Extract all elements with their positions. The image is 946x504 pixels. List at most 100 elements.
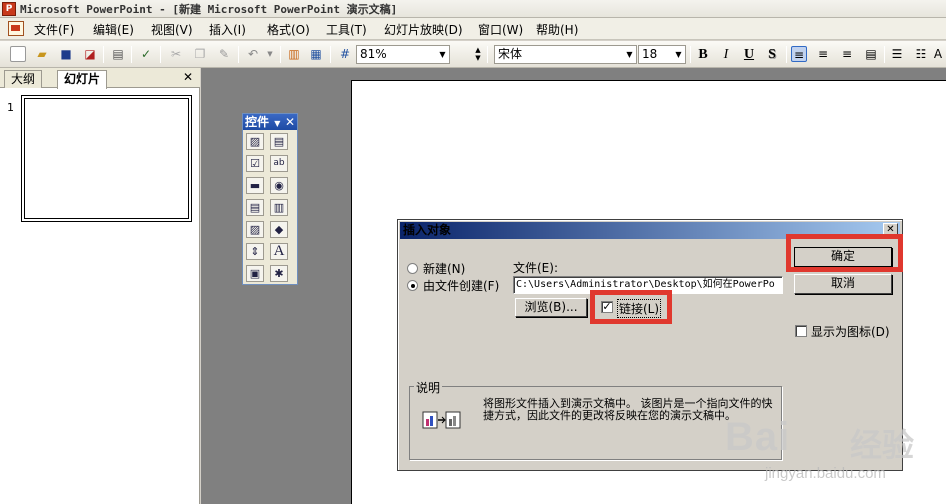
- baidu-jingyan-watermark: Bai 经验 jingyan.baidu.com: [725, 395, 940, 495]
- radio-new[interactable]: [407, 263, 418, 274]
- format-painter-icon[interactable]: ✎: [216, 46, 232, 62]
- menu-edit[interactable]: 编辑(E): [93, 21, 134, 38]
- bullets-icon[interactable]: ☷: [913, 46, 929, 62]
- toolbar-separator: [280, 46, 281, 63]
- grid-icon[interactable]: #: [337, 46, 353, 62]
- align-left-icon[interactable]: ≡: [791, 46, 807, 62]
- distributed-align-icon[interactable]: ▤: [863, 46, 879, 62]
- menu-view[interactable]: 视图(V): [151, 21, 193, 38]
- toolbar-separator: [786, 46, 787, 63]
- toggle-button-tool-icon[interactable]: ▨: [246, 221, 264, 238]
- menu-slideshow[interactable]: 幻灯片放映(D): [384, 21, 463, 38]
- image-tool-icon[interactable]: ▣: [246, 265, 264, 282]
- browse-button[interactable]: 浏览(B)...: [515, 298, 587, 317]
- combobox-tool-icon[interactable]: ▥: [270, 199, 288, 216]
- open-icon[interactable]: ▰: [34, 46, 50, 62]
- chart-icon[interactable]: ▥: [286, 46, 302, 62]
- chevron-down-icon[interactable]: ▼: [274, 119, 280, 128]
- spelling-icon[interactable]: ✓: [138, 46, 154, 62]
- print-icon[interactable]: ▤: [110, 46, 126, 62]
- slides-outline-pane: 大纲 幻灯片 ✕ 1: [0, 68, 200, 504]
- pane-tabstrip: 大纲 幻灯片 ✕: [0, 68, 200, 89]
- checkbox-tool-icon[interactable]: ☑: [246, 155, 264, 172]
- toolbar-overflow-icon[interactable]: ▲ ▼: [474, 46, 482, 62]
- shadow-button[interactable]: S: [763, 46, 781, 63]
- chevron-down-icon[interactable]: ▼: [436, 46, 449, 63]
- file-label: 文件(E):: [513, 261, 558, 275]
- align-center-icon[interactable]: ≡: [815, 46, 831, 62]
- listbox-tool-icon[interactable]: ▤: [246, 199, 264, 216]
- option-button-tool-icon[interactable]: ◉: [270, 177, 288, 194]
- textbox-tool-icon[interactable]: ab: [270, 155, 288, 172]
- new-icon[interactable]: [10, 46, 26, 62]
- control-toolbox: 控件 ▼ ✕ ▨ ▤ ☑ ab ▬ ◉ ▤ ▥ ▨ ◆ ⇕ A ▣ ✱: [242, 113, 298, 285]
- bold-button[interactable]: B: [694, 46, 712, 63]
- radio-from-file-label: 由文件创建(F): [423, 279, 500, 293]
- numbering-icon[interactable]: ☰: [889, 46, 905, 62]
- toolbar-separator: [884, 46, 885, 63]
- spin-button-tool-icon[interactable]: ◆: [270, 221, 288, 238]
- watermark-brand: Bai: [725, 415, 791, 459]
- close-icon[interactable]: ✕: [285, 114, 295, 130]
- font-size-combo[interactable]: 18 ▼: [638, 45, 686, 64]
- dialog-title: 插入对象: [403, 223, 452, 237]
- linked-picture-icon: [422, 411, 461, 429]
- view-code-tool-icon[interactable]: ▤: [270, 133, 288, 150]
- tab-slides[interactable]: 幻灯片: [57, 70, 108, 89]
- menu-tools[interactable]: 工具(T): [326, 21, 367, 38]
- ok-highlight-box: [786, 234, 903, 272]
- properties-tool-icon[interactable]: ▨: [246, 133, 264, 150]
- font-combo[interactable]: 宋体 ▼: [494, 45, 637, 64]
- slide-thumbnail[interactable]: [21, 95, 192, 222]
- tab-outline[interactable]: 大纲: [4, 70, 43, 88]
- radio-new-label: 新建(N): [423, 262, 466, 276]
- cancel-button[interactable]: 取消: [794, 274, 892, 294]
- radio-from-file[interactable]: [407, 280, 418, 291]
- menu-insert[interactable]: 插入(I): [209, 21, 246, 38]
- toolbox-title: 控件: [245, 115, 270, 129]
- toolbox-titlebar[interactable]: 控件 ▼ ✕: [243, 114, 297, 130]
- show-as-icon-label: 显示为图标(D): [811, 325, 890, 339]
- scrollbar-tool-icon[interactable]: ⇕: [246, 243, 264, 260]
- document-icon[interactable]: [8, 21, 24, 36]
- command-button-tool-icon[interactable]: ▬: [246, 177, 264, 194]
- save-icon[interactable]: ■: [58, 46, 74, 62]
- toolbar-separator: [238, 46, 239, 63]
- label-tool-icon[interactable]: A: [270, 243, 288, 260]
- menu-window[interactable]: 窗口(W): [478, 21, 523, 38]
- align-right-icon[interactable]: ≡: [839, 46, 855, 62]
- description-label: 说明: [414, 379, 443, 396]
- toolbar-separator: [330, 46, 331, 63]
- italic-button[interactable]: I: [717, 46, 735, 63]
- zoom-combo[interactable]: 81% ▼: [356, 45, 450, 64]
- table-icon[interactable]: ▦: [308, 46, 324, 62]
- more-controls-tool-icon[interactable]: ✱: [270, 265, 288, 282]
- permission-icon[interactable]: ◪: [82, 46, 98, 62]
- powerpoint-app-icon[interactable]: P: [2, 2, 16, 16]
- underline-button[interactable]: U: [740, 46, 758, 63]
- slide-number: 1: [7, 101, 14, 114]
- chevron-down-icon[interactable]: ▼: [623, 46, 636, 63]
- chevron-down-icon[interactable]: ▼: [672, 46, 685, 63]
- font-size-value: 18: [642, 47, 658, 61]
- toolbar-separator: [160, 46, 161, 63]
- watermark-brand-2: 经验: [850, 426, 915, 464]
- undo-dropdown-icon[interactable]: ▼: [262, 46, 278, 62]
- slide-thumbnail-frame: [24, 98, 189, 219]
- watermark-url: jingyan.baidu.com: [765, 465, 886, 482]
- copy-icon[interactable]: ❐: [192, 46, 208, 62]
- menu-file[interactable]: 文件(F): [34, 21, 74, 38]
- toolbar-separator: [103, 46, 104, 63]
- undo-icon[interactable]: ↶: [245, 46, 261, 62]
- menu-help[interactable]: 帮助(H): [536, 21, 578, 38]
- toolbar-separator: [131, 46, 132, 63]
- show-as-icon-checkbox[interactable]: [795, 325, 807, 337]
- toolbar-separator: [690, 46, 691, 63]
- zoom-value: 81%: [360, 47, 387, 61]
- menu-format[interactable]: 格式(O): [267, 21, 310, 38]
- increase-font-icon[interactable]: A: [933, 46, 943, 62]
- link-highlight-box: [590, 290, 672, 324]
- cut-icon[interactable]: ✂: [168, 46, 184, 62]
- close-icon[interactable]: ✕: [183, 70, 193, 84]
- standard-toolbar: ▰ ■ ◪ ▤ ✓ ✂ ❐ ✎ ↶ ▼ ▥ ▦ # 81% ▼ ▲ ▼ 宋体 ▼ …: [0, 41, 946, 68]
